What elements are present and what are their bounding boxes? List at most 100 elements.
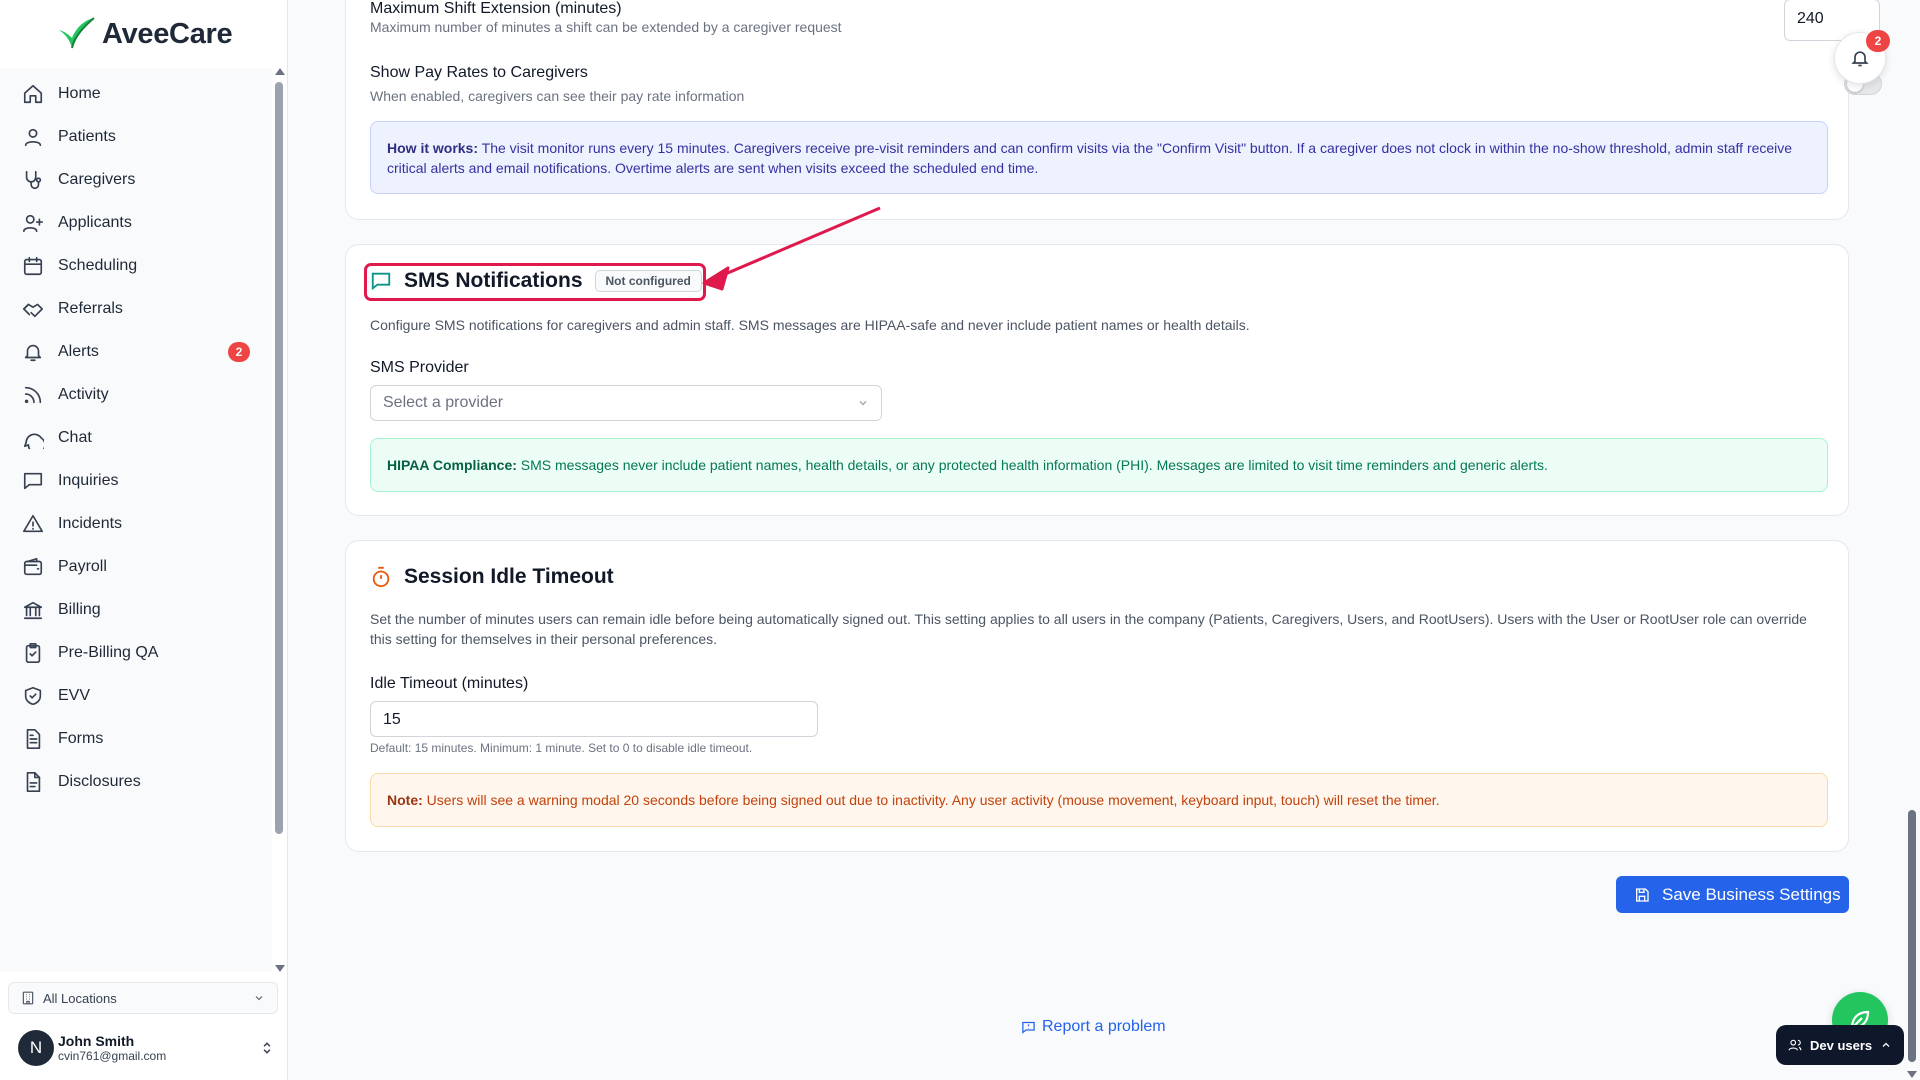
user-plus-icon [23,214,43,233]
message-square-icon [23,472,43,490]
calendar-icon [23,256,43,276]
save-icon [1636,887,1649,902]
scroll-down-icon[interactable] [1907,1071,1917,1078]
page-scrollbar[interactable] [1904,0,1920,1080]
chevron-up-icon [1882,1042,1890,1047]
location-select-value: All Locations [43,990,117,1006]
sidebar-item-referrals[interactable]: Referrals [16,289,260,329]
dev-users-button[interactable]: Dev users [1776,1025,1904,1065]
notification-count-badge: 2 [1866,30,1890,52]
sidebar-item-pre-billing-qa[interactable]: Pre-Billing QA [16,633,260,673]
report-problem-label: Report a problem [1042,1018,1166,1035]
scroll-down-icon[interactable] [275,965,285,972]
visit-settings-card: Maximum Shift Extension (minutes) Maximu… [345,0,1882,220]
info-label: How it works: [387,140,479,156]
building-icon [22,991,34,1005]
location-select[interactable]: All Locations [8,982,278,1014]
stethoscope-icon [25,170,42,190]
user-menu[interactable]: N John Smith cvin761@gmail.com [18,1024,280,1072]
sidebar-item-inquiries[interactable]: Inquiries [16,461,260,501]
sidebar-item-label: Forms [58,730,104,747]
sidebar-item-evv[interactable]: EVV [16,676,260,716]
save-button-label: Save Business Settings [1662,884,1841,904]
sidebar-scrollbar[interactable] [272,68,286,972]
idle-timeout-hint: Default: 15 minutes. Minimum: 1 minute. … [370,741,753,755]
wallet-icon [23,557,43,576]
brand-logo[interactable]: AveeCare [56,14,233,54]
session-idle-timeout-card: Session Idle Timeout Set the number of m… [345,540,1849,852]
how-it-works-info: How it works: The visit monitor runs eve… [370,121,1828,194]
idle-timeout-label: Idle Timeout (minutes) [370,675,529,692]
sidebar-item-label: Inquiries [58,472,119,489]
bank-icon [23,601,43,620]
users-icon [1788,1039,1802,1051]
sidebar-item-applicants[interactable]: Applicants [16,203,260,243]
chevron-down-icon [255,996,263,1001]
sidebar-item-label: Referrals [58,300,123,317]
avatar: N [18,1030,54,1066]
leaf-logo-icon [58,17,95,49]
timer-icon [372,566,390,588]
sidebar-item-incidents[interactable]: Incidents [16,504,260,544]
note-text: Users will see a warning modal 20 second… [422,792,1440,808]
sidebar-item-label: Billing [58,601,101,618]
sidebar-item-home[interactable]: Home [16,74,260,114]
sidebar-nav: Home Patients Caregivers Applicants Sche… [0,68,272,972]
chevrons-up-down-icon [263,1042,271,1054]
rss-icon [24,386,42,404]
max-extension-desc: Maximum number of minutes a shift can be… [370,19,842,35]
status-badge: Not configured [594,270,702,292]
home-icon [23,84,43,104]
user-name: John Smith [58,1033,135,1049]
sms-provider-label: SMS Provider [370,359,469,376]
warning-triangle-icon [23,514,43,533]
sidebar-item-label: Chat [58,429,92,446]
sms-notifications-card: SMS Notifications Not configured Configu… [345,244,1849,516]
page-scrollbar-thumb[interactable] [1908,810,1916,1062]
hipaa-label: HIPAA Compliance: [387,457,517,473]
sidebar-item-scheduling[interactable]: Scheduling [16,246,260,286]
sidebar-item-label: Disclosures [58,773,141,790]
pay-rates-desc: When enabled, caregivers can see their p… [370,88,745,104]
sidebar-item-activity[interactable]: Activity [16,375,260,415]
scroll-up-icon[interactable] [275,68,285,75]
sidebar-item-billing[interactable]: Billing [16,590,260,630]
hipaa-text: SMS messages never include patient names… [516,457,1548,473]
sidebar-item-payroll[interactable]: Payroll [16,547,260,587]
main-content: Maximum Shift Extension (minutes) Maximu… [289,0,1903,1080]
sidebar-item-label: Home [58,85,101,102]
handshake-icon [23,303,43,318]
bell-icon [1851,51,1869,67]
idle-timeout-input[interactable]: 15 [370,701,818,737]
brand-name: AveeCare [102,17,233,50]
shield-check-icon [24,686,42,706]
report-problem-link[interactable]: Report a problem [1021,1018,1166,1036]
message-alert-icon [1022,1021,1035,1034]
sidebar-item-patients[interactable]: Patients [16,117,260,157]
idle-section-title: Session Idle Timeout [404,565,614,588]
sidebar-item-forms[interactable]: Forms [16,719,260,759]
sidebar-item-label: Patients [58,128,116,145]
sidebar-item-chat[interactable]: Chat [16,418,260,458]
sms-section-header: SMS Notifications Not configured [370,269,702,293]
sidebar-item-label: Pre-Billing QA [58,644,159,661]
sms-section-desc: Configure SMS notifications for caregive… [370,317,1250,333]
user-email: cvin761@gmail.com [58,1049,167,1063]
document-icon [26,772,41,792]
sidebar-item-label: Caregivers [58,171,136,188]
user-icon [24,128,42,147]
sidebar-item-disclosures[interactable]: Disclosures [16,762,260,802]
sms-section-title: SMS Notifications [404,269,583,292]
message-square-icon [371,272,391,291]
save-business-settings-button[interactable]: Save Business Settings [1616,876,1849,913]
sidebar-item-alerts[interactable]: Alerts 2 [16,332,260,372]
sidebar-item-label: Activity [58,386,109,403]
idle-section-header: Session Idle Timeout [370,565,614,589]
sidebar-item-caregivers[interactable]: Caregivers [16,160,260,200]
chevron-down-icon [859,401,867,406]
scrollbar-thumb[interactable] [275,82,283,834]
pay-rates-title: Show Pay Rates to Caregivers [370,64,588,81]
sidebar: AveeCare Home Patients Caregivers Applic… [0,0,288,1080]
idle-note-info: Note: Users will see a warning modal 20 … [370,773,1828,827]
sms-provider-select[interactable]: Select a provider [370,385,882,421]
